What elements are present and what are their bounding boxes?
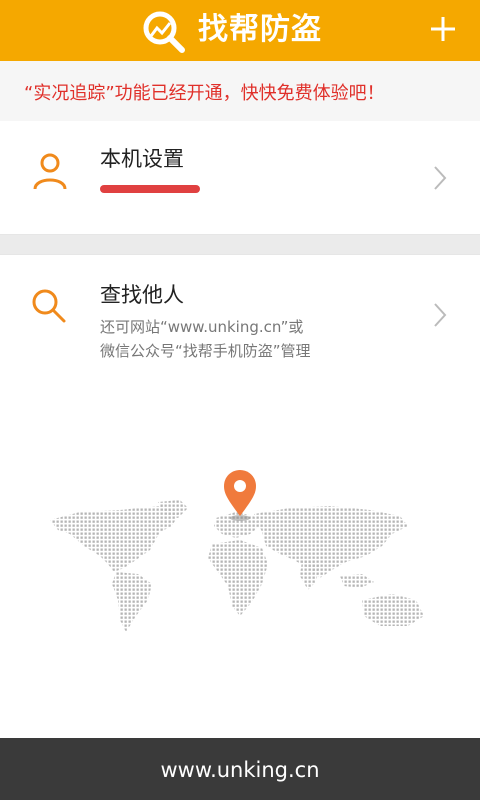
location-pin-icon [224,470,256,521]
user-icon [33,153,67,190]
chevron-right-icon [434,303,447,327]
notice-text: “实况追踪”功能已经开通，快快免费体验吧！ [24,83,385,104]
chevron-right-icon [434,166,447,190]
app-header: 找帮防盗 [0,0,480,61]
add-button[interactable] [428,14,458,44]
find-others-item[interactable]: 查找他人 还可网站“www.unking.cn”或 微信公众号“找帮手机防盗”管… [0,254,480,375]
notice-banner[interactable]: “实况追踪”功能已经开通，快快免费体验吧！ [0,61,480,121]
device-settings-item[interactable]: 本机设置 [0,121,480,235]
search-location-icon [143,11,185,53]
world-map-illustration [50,470,424,632]
plus-icon [431,17,455,41]
app-title: 找帮防盗 [198,12,322,47]
section-divider [0,235,480,254]
find-others-desc-line1: 还可网站“www.unking.cn”或 [100,318,304,336]
find-others-desc-line2: 微信公众号“找帮手机防盗”管理 [100,342,311,360]
find-others-label: 查找他人 [100,283,184,307]
footer-bar: www.unking.cn [0,738,480,800]
search-icon [32,289,66,323]
device-settings-label: 本机设置 [100,147,184,171]
footer-website: www.unking.cn [160,758,320,782]
phone-number-redacted [100,185,200,193]
